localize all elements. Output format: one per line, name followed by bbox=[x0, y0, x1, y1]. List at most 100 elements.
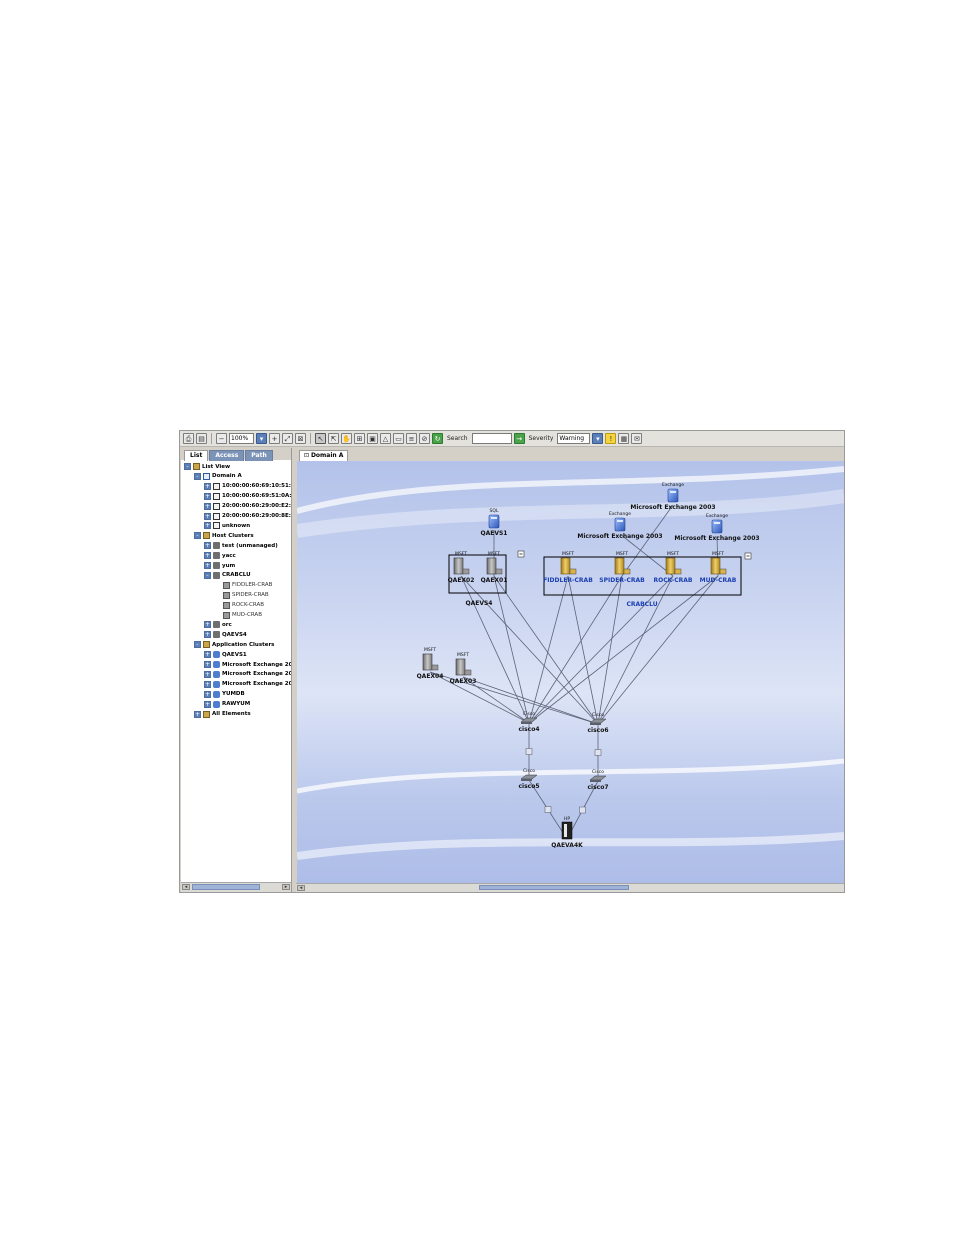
tree-node[interactable]: + Microsoft Exchange 200 bbox=[204, 670, 291, 679]
app-type-label: Exchange bbox=[609, 511, 631, 517]
tree-node[interactable]: ROCK-CRAB bbox=[214, 601, 264, 610]
zoom-in-icon[interactable]: + bbox=[269, 433, 280, 444]
tree-node[interactable]: +10:00:00:60:69:51:0A:8E bbox=[204, 492, 291, 501]
expand-icon[interactable]: + bbox=[194, 710, 201, 718]
tree-node-label: Host Clusters bbox=[212, 532, 254, 539]
server-tower-icon bbox=[710, 557, 721, 575]
list-icon[interactable]: ≡ bbox=[406, 433, 417, 444]
scrollbar-thumb[interactable] bbox=[192, 884, 260, 890]
tab-list[interactable]: List bbox=[184, 450, 209, 461]
zoom-out-icon[interactable]: − bbox=[216, 433, 227, 444]
comment-icon[interactable]: ✉ bbox=[631, 433, 643, 444]
scroll-right-icon[interactable]: ▸ bbox=[282, 884, 290, 890]
expand-icon[interactable]: + bbox=[204, 621, 211, 629]
tree-node[interactable]: +20:00:00:60:29:00:8E:C1 bbox=[204, 512, 291, 521]
map-horizontal-scrollbar[interactable]: ◂ bbox=[296, 883, 844, 892]
expand-icon[interactable]: + bbox=[204, 690, 211, 698]
pan-tool-icon[interactable]: ✋ bbox=[341, 433, 352, 444]
expand-icon[interactable]: + bbox=[204, 680, 211, 688]
tab-access[interactable]: Access bbox=[209, 450, 245, 461]
topology-canvas[interactable]: QAEVS4 CRABCLU SQL QAEVS1 Exchange Microsoft… bbox=[297, 461, 844, 884]
fit-window-icon[interactable]: ⊠ bbox=[295, 433, 306, 444]
expand-icon[interactable]: + bbox=[204, 512, 211, 520]
tree-node[interactable]: + unknown bbox=[204, 521, 250, 530]
tree-node[interactable]: + QAEVS4 bbox=[204, 630, 247, 639]
left-panel: List Access Path - List View - Domain A +10:… bbox=[181, 448, 292, 892]
expand-icon[interactable]: + bbox=[204, 492, 211, 500]
tree-node[interactable]: FIDDLER-CRAB bbox=[214, 581, 272, 590]
tree-node[interactable]: - CRABCLU bbox=[204, 571, 251, 580]
expand-icon[interactable]: + bbox=[204, 542, 211, 550]
save-layout-icon[interactable]: ▣ bbox=[367, 433, 378, 444]
tree-node[interactable]: MUD-CRAB bbox=[214, 611, 262, 620]
expand-icon[interactable]: + bbox=[204, 631, 211, 639]
tree-node[interactable]: - Application Clusters bbox=[194, 640, 274, 649]
host-name-label: QAEX02 bbox=[448, 577, 475, 584]
left-horizontal-scrollbar[interactable]: ◂ ▸ bbox=[181, 882, 291, 892]
collapse-icon[interactable]: - bbox=[204, 571, 211, 579]
expand-icon[interactable]: + bbox=[204, 502, 211, 510]
tree-node[interactable]: + RAWYUM bbox=[204, 700, 250, 709]
tree-node[interactable]: +10:00:00:60:69:10:51:42 bbox=[204, 482, 291, 491]
scrollbar-thumb[interactable] bbox=[479, 885, 629, 890]
scroll-left-icon[interactable]: ◂ bbox=[182, 884, 190, 890]
tree-node[interactable]: + orc bbox=[204, 620, 232, 629]
tree-node[interactable]: + QAEVS1 bbox=[204, 650, 247, 659]
storage-type-label: HP bbox=[564, 816, 570, 822]
tree-node-label: Domain A bbox=[212, 473, 242, 480]
expand-icon[interactable]: + bbox=[204, 651, 211, 659]
tree-node[interactable]: + Microsoft Exchange 200 bbox=[204, 680, 291, 689]
expand-icon[interactable]: + bbox=[204, 482, 211, 490]
expand-icon[interactable]: + bbox=[204, 661, 211, 668]
severity-dropdown-icon[interactable]: ▾ bbox=[592, 433, 604, 444]
disabled-icon[interactable]: ⊘ bbox=[419, 433, 430, 444]
tree-node[interactable]: - Host Clusters bbox=[194, 531, 254, 540]
tree-node[interactable]: + All Elements bbox=[194, 710, 251, 719]
host-icon bbox=[223, 601, 230, 609]
tree-node[interactable]: + Microsoft Exchange 200 bbox=[204, 660, 291, 669]
collapse-icon[interactable]: - bbox=[194, 472, 201, 480]
expand-icon[interactable]: + bbox=[204, 522, 211, 530]
zoom-dropdown-icon[interactable]: ▾ bbox=[256, 433, 267, 444]
tree-node[interactable]: + test (unmanaged) bbox=[204, 541, 278, 550]
tab-domain-a[interactable]: ⊡ Domain A bbox=[299, 450, 349, 461]
window-icon[interactable]: ▭ bbox=[393, 433, 404, 444]
zoom-level-field[interactable]: 100% bbox=[229, 433, 254, 444]
monitor-icon bbox=[623, 568, 631, 575]
tree-node[interactable]: - List View bbox=[184, 462, 230, 471]
event-log-icon[interactable]: ▦ bbox=[618, 433, 630, 444]
tree-node[interactable]: +20:00:00:60:29:00:E2:01 bbox=[204, 502, 291, 511]
search-go-icon[interactable]: → bbox=[513, 433, 525, 444]
topology-map[interactable]: QAEVS4 CRABCLU SQLQAEVS1ExchangeMicrosoft… bbox=[297, 461, 844, 884]
warning-icon[interactable]: ! bbox=[605, 433, 617, 444]
collapse-icon[interactable]: - bbox=[194, 641, 201, 649]
search-label: Search bbox=[447, 435, 468, 442]
host-type-label: MSFT bbox=[712, 551, 724, 557]
tree-node[interactable]: + yacc bbox=[204, 551, 236, 560]
tree-node[interactable]: + yum bbox=[204, 561, 235, 570]
multi-select-tool-icon[interactable]: ⇱ bbox=[328, 433, 339, 444]
app-name-label: QAEVS1 bbox=[481, 530, 508, 537]
monitor-icon bbox=[569, 568, 577, 575]
collapse-icon[interactable]: - bbox=[194, 532, 201, 540]
tree-node[interactable]: + YUMDB bbox=[204, 690, 245, 699]
tree-node[interactable]: SPIDER-CRAB bbox=[214, 591, 269, 600]
expand-icon[interactable]: + bbox=[204, 562, 211, 569]
expand-icon[interactable]: + bbox=[204, 700, 211, 708]
expand-icon[interactable]: + bbox=[204, 670, 211, 678]
refresh-icon[interactable]: ↻ bbox=[432, 433, 443, 444]
search-input[interactable] bbox=[471, 433, 512, 444]
tree-layout-icon[interactable]: △ bbox=[380, 433, 391, 444]
zoom-fit-icon[interactable]: ⤢ bbox=[282, 433, 293, 444]
scroll-left-icon[interactable]: ◂ bbox=[297, 885, 305, 891]
layout-icon[interactable]: ⊞ bbox=[354, 433, 365, 444]
tab-path[interactable]: Path bbox=[245, 450, 273, 461]
severity-select[interactable]: Warning bbox=[557, 433, 591, 444]
tree-node[interactable]: - Domain A bbox=[194, 472, 242, 481]
folder-icon bbox=[203, 710, 210, 718]
expand-icon[interactable]: + bbox=[204, 552, 211, 560]
print-icon[interactable]: ⎙ bbox=[183, 433, 194, 444]
collapse-icon[interactable]: - bbox=[184, 463, 191, 470]
print-preview-icon[interactable]: ▤ bbox=[196, 433, 207, 444]
select-tool-icon[interactable]: ↖ bbox=[315, 433, 326, 444]
